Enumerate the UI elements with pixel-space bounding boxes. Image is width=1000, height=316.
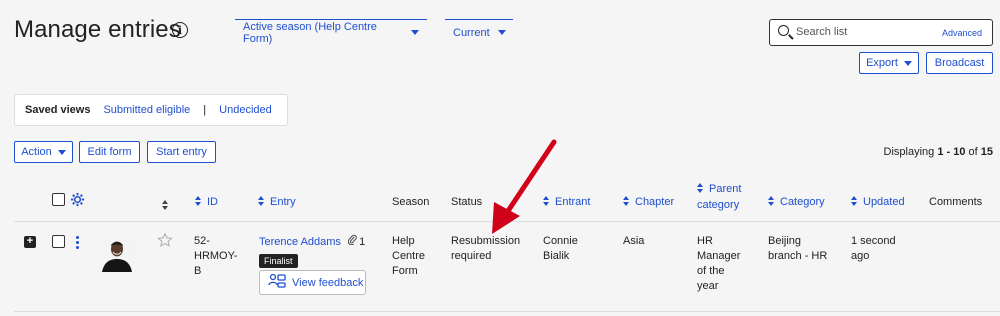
sort-icon xyxy=(697,183,703,193)
sort-icon xyxy=(623,196,629,206)
sort-icon xyxy=(768,196,774,206)
season-line: Form xyxy=(392,265,418,277)
column-entry-label: Entry xyxy=(270,196,296,208)
parent-category-line: HR xyxy=(697,235,713,247)
sort-icon xyxy=(851,196,857,206)
chevron-down-icon xyxy=(411,30,419,35)
season-line: Help xyxy=(392,235,415,247)
display-mid: of xyxy=(965,146,981,158)
category-line: Beijing xyxy=(768,235,802,247)
start-entry-label: Start entry xyxy=(156,146,207,158)
column-parent-label-2: category xyxy=(697,199,740,211)
row-checkbox[interactable] xyxy=(52,235,65,248)
broadcast-label: Broadcast xyxy=(934,57,985,69)
column-updated-label: Updated xyxy=(863,196,905,208)
info-icon[interactable]: i xyxy=(172,22,188,38)
saved-view-undecided[interactable]: Undecided xyxy=(219,104,272,116)
display-range: 1 - 10 xyxy=(937,146,966,158)
export-label: Export xyxy=(866,57,898,69)
parent-category-cell: HR Manager of the year xyxy=(697,234,740,294)
red-annotation-arrow xyxy=(492,139,557,234)
entry-link[interactable]: Terence Addams xyxy=(259,236,341,248)
search-box[interactable]: Search list Advanced xyxy=(769,19,993,46)
paperclip-icon xyxy=(347,234,357,250)
entrant-line: Bialik xyxy=(543,250,570,262)
column-id-label: ID xyxy=(207,196,218,208)
parent-category-line: Manager xyxy=(697,250,741,262)
column-header-updated[interactable]: Updated xyxy=(851,196,905,208)
edit-form-label: Edit form xyxy=(87,146,132,158)
search-input[interactable]: Search list xyxy=(796,26,847,38)
column-header-chapter[interactable]: Chapter xyxy=(623,196,674,208)
chevron-down-icon xyxy=(903,60,912,66)
column-chapter-label: Chapter xyxy=(635,196,675,208)
view-feedback-label: View feedback xyxy=(292,276,364,289)
entry-id-line: 52- xyxy=(194,235,210,247)
row-divider xyxy=(14,311,1000,312)
column-header-id[interactable]: ID xyxy=(195,196,218,208)
finalist-badge: Finalist xyxy=(259,254,298,268)
season-filter-label: Active season (Help Centre Form) xyxy=(243,20,377,45)
page-title: Manage entries xyxy=(14,16,181,43)
saved-views: Saved views Submitted eligible | Undecid… xyxy=(14,94,288,126)
parent-category-line: of the xyxy=(697,265,725,277)
export-button[interactable]: Export xyxy=(859,52,919,74)
display-count: Displaying 1 - 10 of 15 xyxy=(884,146,994,158)
column-header-status: Status xyxy=(451,196,483,208)
saved-view-submitted-eligible[interactable]: Submitted eligible xyxy=(103,104,190,116)
column-parent-label: Parent xyxy=(709,183,742,195)
category-line: branch - HR xyxy=(768,250,828,262)
kebab-menu-icon[interactable] xyxy=(76,236,79,249)
column-header-parent-category[interactable]: Parent category xyxy=(697,181,741,213)
attachment-count: 1 xyxy=(359,236,366,248)
entry-cell: Terence Addams 1 xyxy=(259,234,365,250)
entry-id-line: HRMOY- xyxy=(194,250,238,262)
broadcast-button[interactable]: Broadcast xyxy=(926,52,993,74)
column-header-entry[interactable]: Entry xyxy=(258,196,296,208)
feedback-icon xyxy=(268,273,286,292)
updated-cell: 1 second ago xyxy=(851,234,896,264)
entry-id-link[interactable]: 52- HRMOY- B xyxy=(194,234,238,279)
season-line: Centre xyxy=(392,250,426,262)
column-header-comments: Comments xyxy=(929,196,983,208)
edit-form-button[interactable]: Edit form xyxy=(79,141,140,163)
advanced-search-link[interactable]: Advanced xyxy=(942,28,982,38)
search-icon xyxy=(778,25,789,36)
status-line: required xyxy=(451,250,492,262)
expand-plus-icon[interactable]: + xyxy=(24,236,36,248)
display-prefix: Displaying xyxy=(883,146,938,158)
season-cell: Help Centre Form xyxy=(392,234,425,279)
avatar xyxy=(98,234,136,272)
sort-icon[interactable] xyxy=(162,200,168,210)
current-filter-dropdown[interactable]: Current xyxy=(445,19,513,45)
column-header-category[interactable]: Category xyxy=(768,196,825,208)
chevron-down-icon xyxy=(497,30,506,35)
category-cell: Beijing branch - HR xyxy=(768,234,827,264)
select-all-checkbox[interactable] xyxy=(52,193,65,206)
sort-icon xyxy=(195,196,201,206)
parent-category-line: year xyxy=(697,280,719,292)
chevron-down-icon xyxy=(57,149,66,155)
start-entry-button[interactable]: Start entry xyxy=(147,141,216,163)
action-label: Action xyxy=(21,146,52,158)
display-total: 15 xyxy=(980,146,993,158)
current-filter-label: Current xyxy=(453,26,490,39)
view-feedback-button[interactable]: View feedback xyxy=(259,270,366,295)
updated-line: ago xyxy=(851,250,870,262)
season-filter-dropdown[interactable]: Active season (Help Centre Form) xyxy=(235,19,427,45)
entry-id-line: B xyxy=(194,265,202,277)
column-header-season: Season xyxy=(392,196,430,208)
gear-icon[interactable] xyxy=(70,192,85,210)
chapter-cell: Asia xyxy=(623,235,645,247)
column-category-label: Category xyxy=(780,196,825,208)
action-button[interactable]: Action xyxy=(14,141,73,163)
saved-views-label: Saved views xyxy=(25,104,91,116)
star-icon[interactable] xyxy=(157,232,173,251)
saved-views-separator: | xyxy=(203,104,207,116)
updated-line: 1 second xyxy=(851,235,896,247)
sort-icon xyxy=(258,196,264,206)
